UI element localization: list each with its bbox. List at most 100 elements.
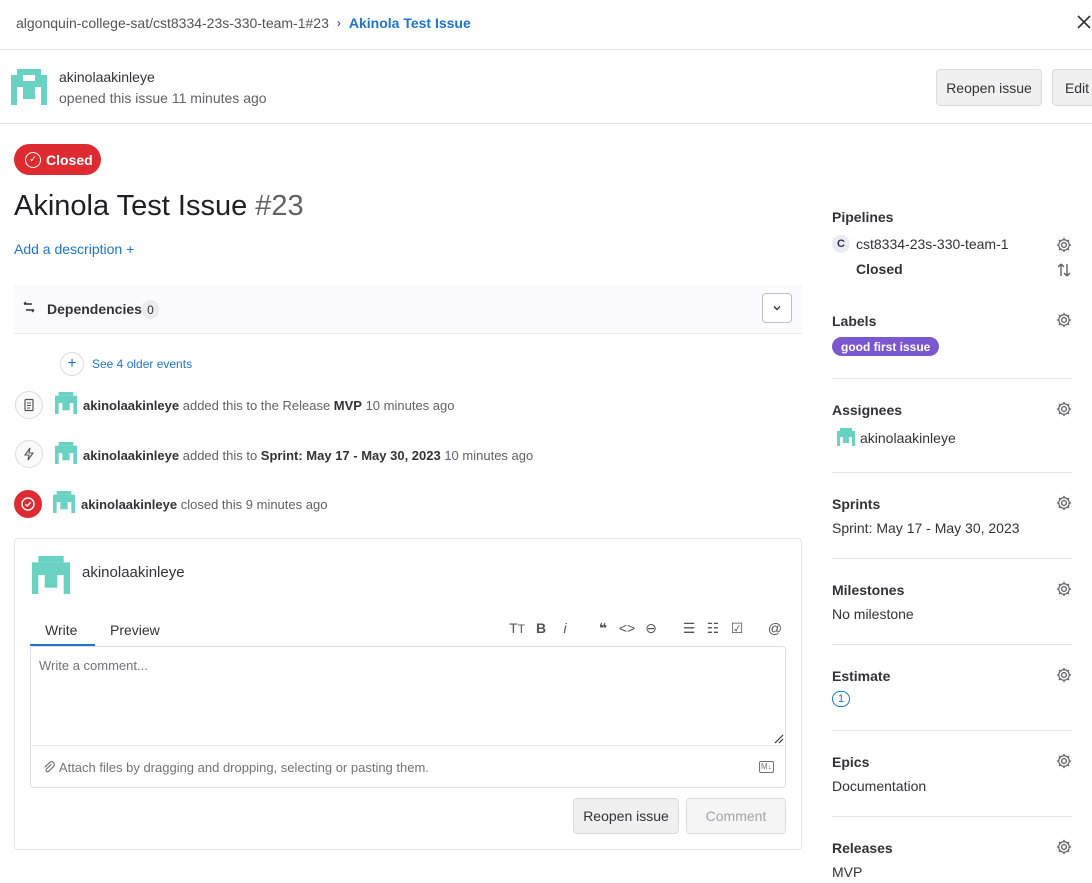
bold-icon[interactable]: B [529,620,553,637]
milestone-value: No milestone [832,606,914,622]
italic-icon[interactable]: i [553,620,577,637]
author-name[interactable]: akinolaakinleye [59,69,155,85]
pipeline-status[interactable]: Closed [856,261,903,277]
sprint-value[interactable]: Sprint: May 17 - May 30, 2023 [832,520,1020,536]
reopen-issue-button[interactable]: Reopen issue [936,69,1042,106]
divider [832,558,1072,559]
closed-icon [14,490,42,518]
paperclip-icon [42,760,59,775]
issue-title-text: Akinola Test Issue [14,190,248,222]
event-user[interactable]: akinolaakinleye [81,497,177,512]
numbered-list-icon[interactable]: ☷ [701,620,725,637]
estimate-heading: Estimate [832,668,891,684]
avatar[interactable] [55,392,77,414]
avatar [32,556,70,594]
edit-button[interactable]: Edit [1052,69,1092,106]
mention-icon[interactable]: @ [763,620,787,637]
opened-timestamp: opened this issue 11 minutes ago [59,90,267,106]
avatar[interactable] [55,442,77,464]
sprints-heading: Sprints [832,496,881,512]
quote-icon[interactable]: ❝ [591,620,615,637]
breadcrumb-current[interactable]: Akinola Test Issue [349,15,471,31]
avatar[interactable] [53,491,75,513]
gear-icon[interactable] [1055,311,1073,329]
gear-icon[interactable] [1055,494,1073,512]
gear-icon[interactable] [1055,666,1073,684]
gear-icon[interactable] [1055,838,1073,856]
code-icon[interactable]: <> [615,620,639,637]
event-time: 10 minutes ago [361,398,455,413]
event-user[interactable]: akinolaakinleye [83,448,179,463]
divider [832,644,1072,645]
gear-icon[interactable] [1055,400,1073,418]
avatar[interactable] [11,69,47,105]
page-title: Akinola Test Issue #23 [14,190,304,223]
chevron-down-icon[interactable] [762,293,792,323]
sort-arrows-icon[interactable] [1056,262,1072,278]
divider [832,378,1072,379]
project-badge: C [832,235,850,253]
event-target[interactable]: MVP [334,398,362,413]
comment-author: akinolaakinleye [82,564,185,581]
labels-heading: Labels [832,313,877,329]
issue-number: #23 [255,190,304,222]
status-text: Closed [46,151,93,168]
close-icon[interactable] [1072,10,1092,38]
release-value[interactable]: MVP [832,864,862,880]
editor-divider [31,745,785,746]
avatar[interactable] [837,428,855,446]
epics-heading: Epics [832,754,870,770]
breadcrumb-project-link[interactable]: algonquin-college-sat/cst8334-23s-330-te… [16,15,329,31]
attach-files-text: Attach files by dragging and dropping, s… [58,760,429,775]
pipelines-heading: Pipelines [832,209,894,225]
event-user[interactable]: akinolaakinleye [83,398,179,413]
tab-write[interactable]: Write [45,622,77,638]
chevron-right-icon: › [336,16,341,30]
releases-heading: Releases [832,840,893,856]
issue-author-bar [0,51,1092,124]
divider [832,816,1072,817]
text-size-icon[interactable]: TT [505,620,529,637]
timeline-event: akinolaakinleye closed this 9 minutes ag… [81,497,327,512]
event-action: closed this 9 minutes ago [177,497,328,512]
check-circle-icon: ✓ [25,151,41,168]
tab-preview[interactable]: Preview [110,622,160,638]
estimate-badge: 1 [832,691,850,707]
pipeline-project[interactable]: cst8334-23s-330-team-1 [856,236,1009,252]
milestones-heading: Milestones [832,582,905,598]
link-icon[interactable]: ⊖ [639,620,663,637]
event-target[interactable]: Sprint: May 17 - May 30, 2023 [261,448,441,463]
event-action: added this to [179,448,261,463]
link-icon [22,300,36,317]
dependencies-count: 0 [142,300,159,319]
comment-placeholder: Write a comment... [39,658,148,673]
add-description-link[interactable]: Add a description + [14,241,134,257]
status-badge: ✓ Closed [14,144,101,175]
event-action: added this to the Release [179,398,334,413]
epic-value[interactable]: Documentation [832,778,926,794]
editor-toolbar: TT B i ❝ <> ⊖ ☰ ☷ ☑ @ [505,620,787,637]
reopen-issue-comment-button[interactable]: Reopen issue [573,798,679,834]
gear-icon[interactable] [1055,580,1073,598]
gear-icon[interactable] [1055,236,1073,254]
timeline-event: akinolaakinleye added this to the Releas… [83,398,454,413]
resize-handle-icon[interactable] [772,732,784,744]
see-older-events[interactable]: + See 4 older events [60,352,192,376]
markdown-icon[interactable]: M↓ [759,761,774,773]
document-icon [15,391,43,419]
event-time: 10 minutes ago [440,448,534,463]
task-list-icon[interactable]: ☑ [725,620,749,637]
dependencies-label: Dependencies [47,301,142,317]
gear-icon[interactable] [1055,752,1073,770]
see-older-events-label: See 4 older events [92,357,193,371]
assignees-heading: Assignees [832,402,903,418]
timeline-event: akinolaakinleye added this to Sprint: Ma… [83,448,533,463]
assignee-name[interactable]: akinolaakinleye [860,430,956,446]
bullet-list-icon[interactable]: ☰ [677,620,701,637]
plus-icon: + [60,352,84,376]
attach-files[interactable]: Attach files by dragging and dropping, s… [42,760,429,775]
divider [832,472,1072,473]
breadcrumb: algonquin-college-sat/cst8334-23s-330-te… [16,15,471,31]
comment-button[interactable]: Comment [686,798,786,834]
label-pill[interactable]: good first issue [832,337,940,356]
